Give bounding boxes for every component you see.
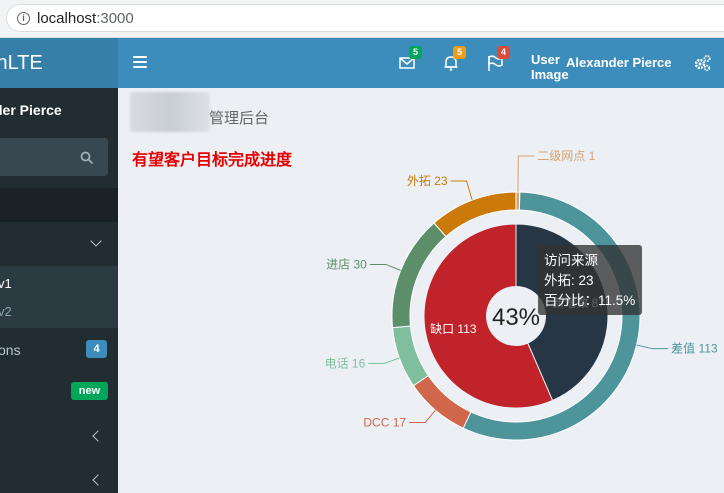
- sidebar-user-name: der Pierce: [0, 102, 62, 118]
- outer-slice-label: DCC 17: [363, 415, 406, 429]
- tasks-badge: 4: [497, 46, 510, 59]
- sidebar-header: [0, 188, 118, 222]
- leader-line: [636, 344, 669, 350]
- outer-slice-label: 二级网点 1: [537, 149, 595, 163]
- content-wrapper: 管理后台 有望客户目标完成进度 新增数 87缺口 113二级网点 1差值 113…: [118, 88, 724, 493]
- address-bar[interactable]: i localhost:3000: [6, 4, 724, 32]
- menu-toggle-icon[interactable]: [133, 56, 147, 68]
- chevron-left-icon[interactable]: [92, 474, 104, 486]
- tooltip-title: 访问来源: [544, 253, 598, 268]
- messages-badge: 5: [409, 46, 422, 59]
- outer-slice-label: 差值 113: [671, 341, 718, 356]
- gears-icon[interactable]: [693, 54, 711, 72]
- sidebar-submenu: [0, 266, 118, 328]
- tooltip-line1: 外拓: 23: [544, 273, 594, 288]
- notifications-badge: 5: [453, 46, 466, 59]
- chart-tooltip: 访问来源 外拓: 23 百分比：11.5%: [538, 245, 642, 315]
- chevron-left-icon[interactable]: [92, 430, 104, 442]
- sidebar-treeview-open[interactable]: [0, 222, 118, 266]
- leader-line: [450, 180, 473, 201]
- sidebar-subitem-v1[interactable]: v1: [0, 276, 12, 291]
- leader-line: [368, 357, 400, 364]
- leader-line: [409, 409, 436, 423]
- outer-slice-label: 电话 16: [325, 356, 366, 370]
- screen: i localhost:3000 inLTE der Pierce v1 v2 …: [0, 0, 724, 493]
- navbar-user-name[interactable]: Alexander Pierce: [566, 55, 672, 70]
- sidebar: inLTE der Pierce v1 v2 ons 4 new: [0, 38, 118, 493]
- tooltip-line2: 百分比：11.5%: [544, 293, 636, 308]
- sidebar-subitem-v2[interactable]: v2: [0, 304, 12, 319]
- search-icon[interactable]: [80, 151, 94, 165]
- outer-slice-label: 进店 30: [326, 257, 367, 271]
- inner-slice-label: 缺口 113: [430, 321, 477, 336]
- outer-slice-电话[interactable]: [392, 325, 430, 387]
- leader-line: [369, 263, 401, 271]
- new-badge: new: [71, 382, 108, 400]
- chevron-down-icon: [90, 235, 102, 247]
- center-label: 43%: [492, 304, 540, 331]
- count-badge: 4: [86, 340, 107, 358]
- sidebar-item-options[interactable]: ons: [0, 342, 21, 358]
- info-icon[interactable]: i: [17, 12, 30, 25]
- outer-slice-label: 外拓 23: [407, 174, 448, 188]
- top-navbar: 5 5 4 User Image Alexander Pierce: [118, 38, 724, 88]
- url-text: localhost:3000: [37, 10, 134, 27]
- leader-line: [517, 155, 535, 193]
- logo[interactable]: inLTE: [0, 38, 118, 88]
- browser-toolbar: i localhost:3000: [0, 0, 724, 38]
